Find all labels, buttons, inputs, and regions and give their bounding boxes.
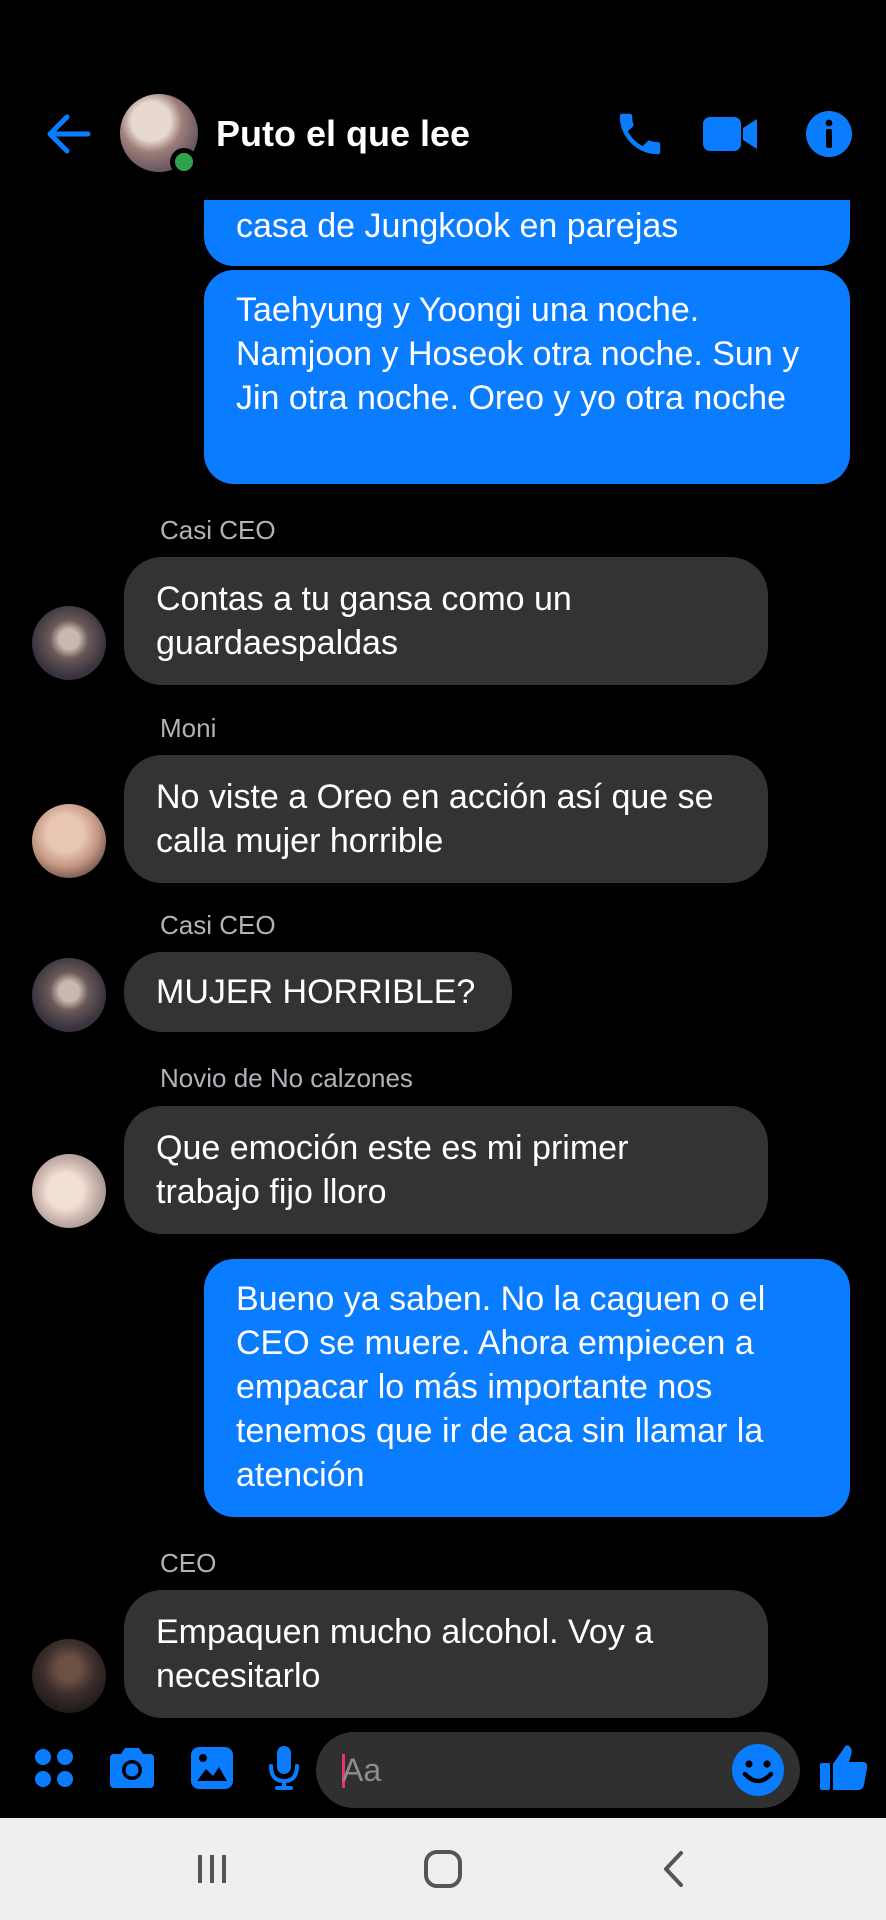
sender-name: Casi CEO (160, 515, 276, 545)
avatar[interactable] (32, 804, 106, 878)
recent-apps-button[interactable] (190, 1844, 234, 1894)
chat-header: Puto el que lee (0, 0, 886, 200)
info-icon (806, 111, 852, 157)
avatar[interactable] (32, 958, 106, 1032)
incoming-message[interactable]: Que emoción este es mi primer trabajo fi… (124, 1106, 768, 1234)
voice-button[interactable] (262, 1738, 306, 1798)
online-status-dot (170, 148, 198, 176)
microphone-icon (269, 1746, 299, 1790)
message-text: Empaquen mucho alcohol. Voy a necesitarl… (156, 1613, 654, 1695)
video-camera-icon (703, 117, 757, 151)
incoming-message[interactable]: No viste a Oreo en acción así que se cal… (124, 755, 768, 883)
system-back-button[interactable] (652, 1844, 696, 1894)
thumbs-up-icon (820, 1745, 868, 1790)
back-icon (664, 1851, 683, 1887)
message-text: casa de Jungkook en parejas (236, 207, 679, 245)
menu-dots-icon (35, 1749, 73, 1787)
chat-title[interactable]: Puto el que lee (216, 112, 470, 156)
incoming-message[interactable]: MUJER HORRIBLE? (124, 952, 512, 1032)
gallery-button[interactable] (184, 1738, 240, 1798)
message-text: Contas a tu gansa como un guardaespaldas (156, 580, 572, 662)
avatar[interactable] (32, 1639, 106, 1713)
incoming-message[interactable]: Contas a tu gansa como un guardaespaldas (124, 557, 768, 685)
message-text: MUJER HORRIBLE? (156, 973, 476, 1011)
call-button[interactable] (610, 106, 670, 162)
sender-name: Casi CEO (160, 910, 276, 940)
message-text: Bueno ya saben. No la caguen o el CEO se… (236, 1280, 766, 1494)
gallery-icon (191, 1747, 233, 1789)
incoming-message[interactable]: Empaquen mucho alcohol. Voy a necesitarl… (124, 1590, 768, 1718)
avatar[interactable] (32, 606, 106, 680)
system-navigation-bar (0, 1818, 886, 1920)
camera-button[interactable] (104, 1738, 160, 1798)
back-button[interactable] (40, 108, 96, 160)
recent-apps-icon (198, 1855, 226, 1883)
message-input[interactable] (342, 1750, 722, 1790)
outgoing-message[interactable]: Taehyung y Yoongi una noche. Namjoon y H… (204, 270, 850, 484)
message-text: Que emoción este es mi primer trabajo fi… (156, 1129, 629, 1211)
avatar[interactable] (32, 1154, 106, 1228)
emoji-icon (732, 1744, 784, 1796)
message-text: Taehyung y Yoongi una noche. Namjoon y H… (236, 291, 800, 417)
message-input-container[interactable] (316, 1732, 800, 1808)
phone-icon (619, 113, 661, 155)
sender-name: Moni (160, 713, 217, 743)
outgoing-message[interactable]: Bueno ya saben. No la caguen o el CEO se… (204, 1259, 850, 1517)
video-call-button[interactable] (700, 106, 760, 162)
more-actions-button[interactable] (30, 1738, 78, 1798)
sender-name: CEO (160, 1548, 217, 1578)
message-composer (0, 1720, 886, 1818)
info-button[interactable] (800, 106, 858, 162)
home-icon (424, 1850, 462, 1888)
like-button[interactable] (816, 1738, 872, 1798)
sender-name: Novio de No calzones (160, 1063, 413, 1093)
emoji-button[interactable] (730, 1742, 786, 1798)
message-list[interactable]: casa de Jungkook en parejas Taehyung y Y… (0, 0, 886, 1720)
arrow-left-icon (47, 114, 91, 154)
message-text: No viste a Oreo en acción así que se cal… (156, 778, 714, 860)
home-button[interactable] (418, 1844, 468, 1894)
camera-icon (110, 1748, 154, 1788)
